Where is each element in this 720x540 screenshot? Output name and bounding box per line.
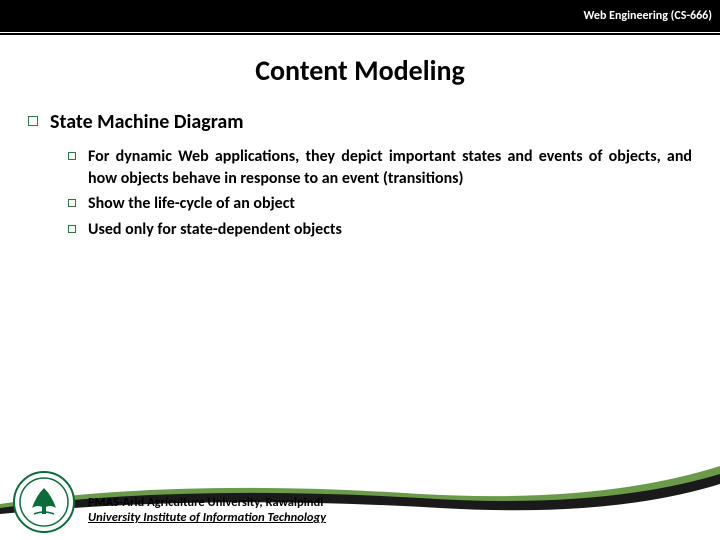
footer-university: PMAS-Arid Agriculture University, Rawalp… bbox=[88, 495, 326, 511]
footer-institute: University Institute of Information Tech… bbox=[88, 510, 326, 526]
main-heading: State Machine Diagram bbox=[50, 110, 244, 134]
bullet-icon bbox=[68, 199, 76, 207]
header-underline bbox=[0, 33, 720, 35]
sub-text: For dynamic Web applications, they depic… bbox=[88, 146, 692, 189]
list-item: Used only for state-dependent objects bbox=[68, 219, 692, 241]
footer-text: PMAS-Arid Agriculture University, Rawalp… bbox=[88, 495, 326, 526]
footer: PMAS-Arid Agriculture University, Rawalp… bbox=[0, 466, 720, 540]
bullet-icon bbox=[28, 116, 38, 126]
header-bar: Web Engineering (CS-666) bbox=[0, 0, 720, 32]
sub-text: Used only for state-dependent objects bbox=[88, 219, 342, 241]
list-item: For dynamic Web applications, they depic… bbox=[68, 146, 692, 189]
university-logo bbox=[12, 470, 76, 534]
list-item: Show the life-cycle of an object bbox=[68, 193, 692, 215]
course-code: Web Engineering (CS-666) bbox=[583, 9, 712, 23]
page-title: Content Modeling bbox=[0, 53, 720, 88]
bullet-icon bbox=[68, 225, 76, 233]
bullet-icon bbox=[68, 152, 76, 160]
content-area: State Machine Diagram For dynamic Web ap… bbox=[0, 110, 720, 240]
main-bullet-row: State Machine Diagram bbox=[28, 110, 692, 134]
sub-text: Show the life-cycle of an object bbox=[88, 193, 295, 215]
sub-list: For dynamic Web applications, they depic… bbox=[68, 146, 692, 240]
